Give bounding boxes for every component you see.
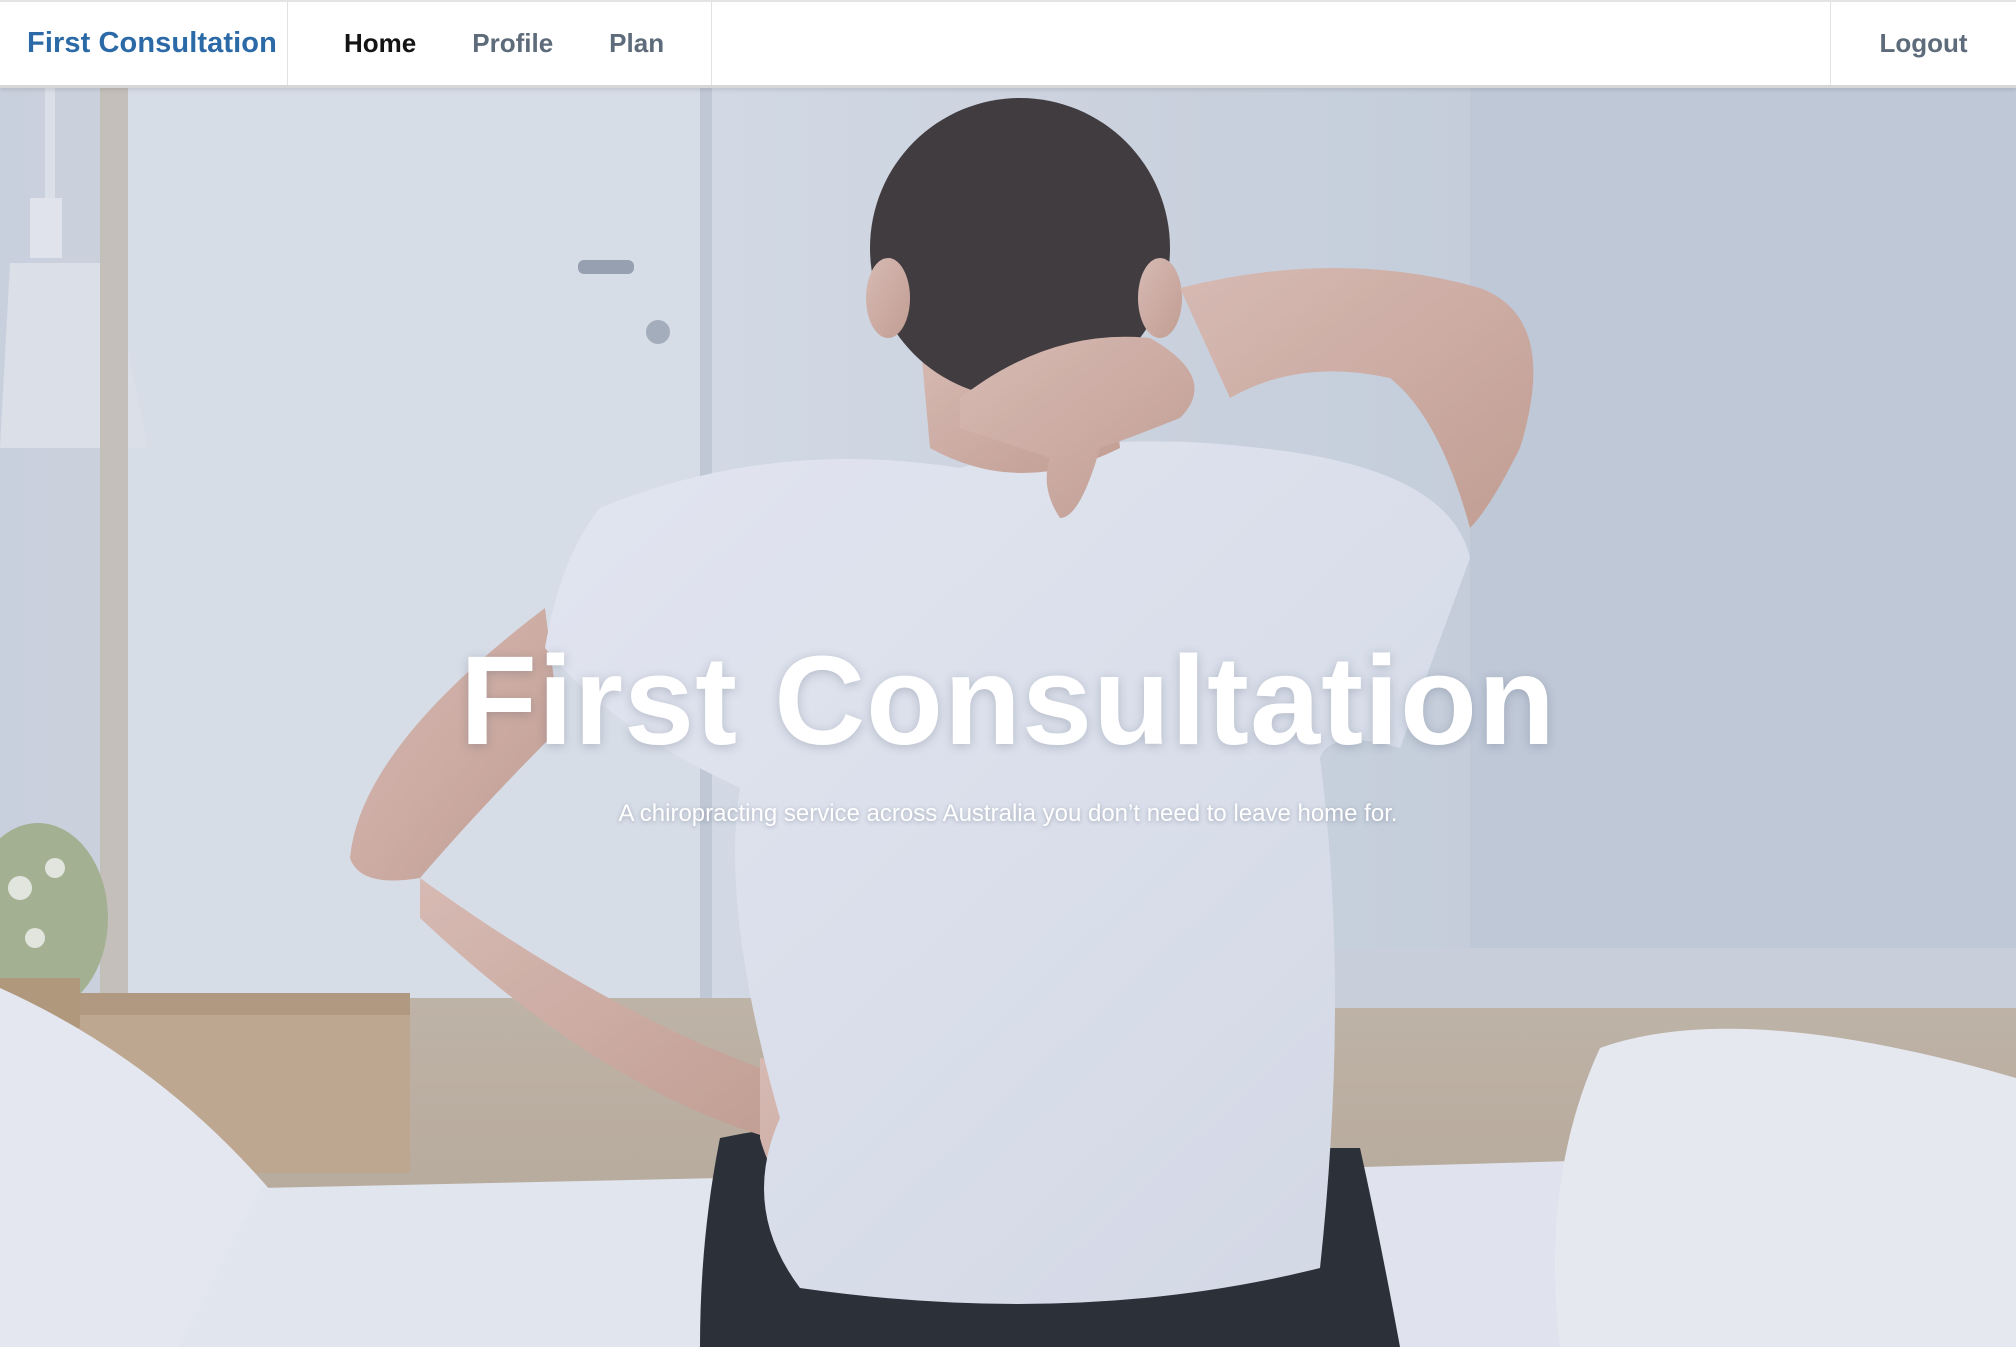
nav-links: Home Profile Plan (288, 2, 712, 85)
logout-button[interactable]: Logout (1830, 2, 2016, 85)
nav-profile-link[interactable]: Profile (472, 28, 553, 59)
brand-link[interactable]: First Consultation (0, 2, 288, 85)
hero-subtitle: A chiropracting service across Australia… (618, 800, 1398, 827)
nav-home-link[interactable]: Home (344, 28, 416, 59)
hero-section: First Consultation A chiropracting servi… (0, 88, 2016, 1347)
top-navbar: First Consultation Home Profile Plan Log… (0, 0, 2016, 88)
nav-plan-link[interactable]: Plan (609, 28, 664, 59)
hero-title: First Consultation (460, 630, 1556, 771)
